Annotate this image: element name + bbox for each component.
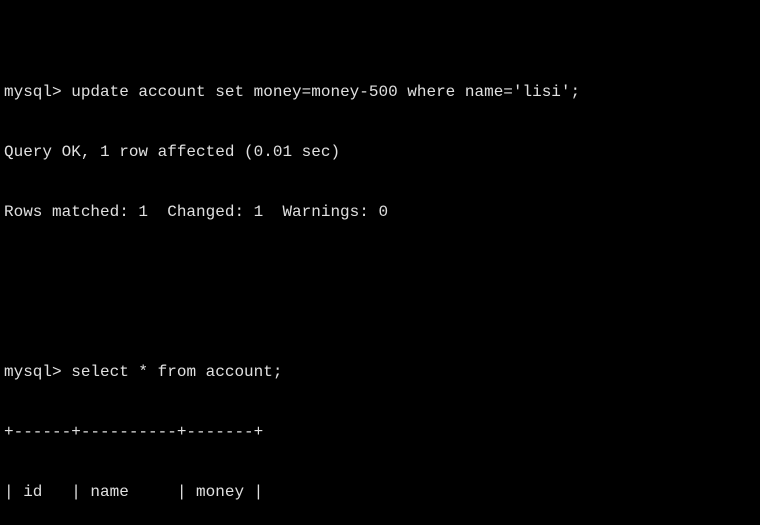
sql-command: update account set money=money-500 where… xyxy=(71,83,580,101)
mysql-terminal[interactable]: mysql> update account set money=money-50… xyxy=(0,0,760,525)
query-status: Query OK, 1 row affected (0.01 sec) xyxy=(4,142,756,162)
cmd-line: mysql> update account set money=money-50… xyxy=(4,82,756,102)
cmd-line: mysql> select * from account; xyxy=(4,362,756,382)
prompt: mysql> xyxy=(4,363,62,381)
blank-line xyxy=(4,262,756,282)
prompt: mysql> xyxy=(4,83,62,101)
table-sep: +------+----------+-------+ xyxy=(4,422,756,442)
sql-command: select * from account; xyxy=(71,363,282,381)
query-meta: Rows matched: 1 Changed: 1 Warnings: 0 xyxy=(4,202,756,222)
table-header: | id | name | money | xyxy=(4,482,756,502)
